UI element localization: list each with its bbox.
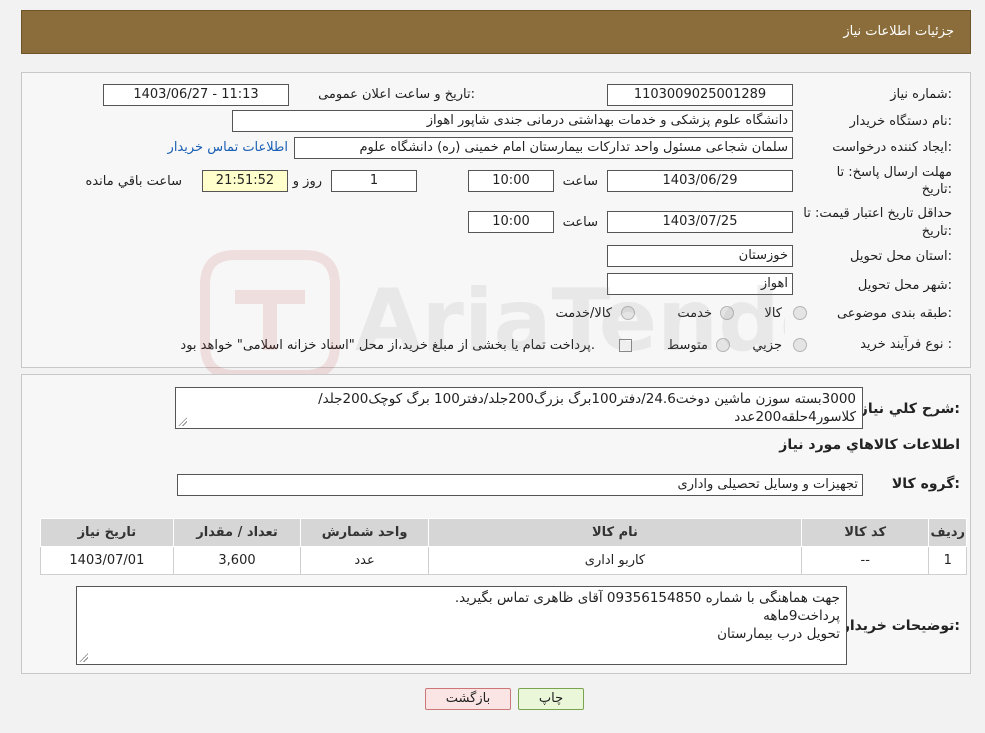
need-info-panel: شماره نیاز: 1103009025001289 تاریخ و ساع… bbox=[21, 72, 971, 368]
process-radio-medium[interactable] bbox=[716, 338, 730, 352]
deadline-time-label: ساعت bbox=[562, 174, 598, 189]
cell-need-date: 1403/07/01 bbox=[40, 546, 174, 575]
summary-line-2: کلاسور4حلقه200عدد bbox=[734, 409, 856, 425]
category-radio-goods[interactable] bbox=[793, 306, 807, 320]
resize-grip-icon[interactable] bbox=[79, 653, 88, 662]
col-unit: واحد شمارش bbox=[300, 518, 429, 547]
announce-field[interactable]: 1403/06/27 - 11:13 bbox=[103, 84, 289, 106]
validity-time-field[interactable]: 10:00 bbox=[468, 211, 554, 233]
category-radio-goods-service[interactable] bbox=[621, 306, 635, 320]
category-radio-service[interactable] bbox=[720, 306, 734, 320]
items-section-title: اطلاعات کالاهاي مورد نياز bbox=[779, 437, 960, 453]
buyer-contact-link[interactable]: اطلاعات تماس خریدار bbox=[168, 140, 288, 155]
process-option-minor: جزیي bbox=[752, 338, 782, 353]
validity-date-field[interactable]: 1403/07/25 bbox=[607, 211, 793, 233]
validity-label: حداقل تاریخ اعتبار قیمت: تا bbox=[803, 206, 952, 221]
category-option-goods-service: کالا/خدمت bbox=[555, 306, 612, 321]
col-quantity: تعداد / مقدار bbox=[172, 518, 302, 547]
cell-quantity: 3,600 bbox=[172, 546, 302, 575]
cell-row: 1 bbox=[928, 546, 967, 575]
page-header: جزئیات اطلاعات نیاز bbox=[21, 10, 971, 54]
table-row[interactable]: 1 -- کاربو اداری عدد 3,600 1403/07/01 bbox=[40, 546, 967, 575]
buyer-org-field[interactable]: دانشگاه علوم پزشکی و خدمات بهداشتی درمان… bbox=[232, 110, 793, 132]
city-label: شهر محل تحویل: bbox=[857, 278, 952, 293]
cell-unit: عدد bbox=[300, 546, 429, 575]
notes-line-2: پرداخت9ماهه bbox=[763, 608, 840, 624]
remaining-label: ساعت باقي مانده bbox=[85, 174, 182, 189]
print-button[interactable]: چاپ bbox=[518, 688, 584, 710]
category-label: طبقه بندی موضوعی: bbox=[836, 306, 952, 321]
notes-line-3: تحویل درب بیمارستان bbox=[717, 626, 840, 642]
notes-line-1: جهت هماهنگی با شماره 09356154850 آقای ظا… bbox=[454, 590, 840, 606]
summary-textarea[interactable]: 3000بسته سوزن ماشین دوخت24.6/دفتر100برگ … bbox=[175, 387, 863, 429]
process-label: نوع فرآیند خرید : bbox=[860, 337, 952, 352]
items-table-header: رديف کد کالا نام کالا واحد شمارش تعداد /… bbox=[40, 518, 967, 547]
deadline-date-field[interactable]: 1403/06/29 bbox=[607, 170, 793, 192]
back-button[interactable]: بازگشت bbox=[425, 688, 511, 710]
validity-time-label: ساعت bbox=[562, 215, 598, 230]
cell-code: -- bbox=[801, 546, 930, 575]
col-need-date: تاریخ نیاز bbox=[40, 518, 174, 547]
col-name: نام کالا bbox=[427, 518, 803, 547]
need-number-field[interactable]: 1103009025001289 bbox=[607, 84, 793, 106]
days-label: روز و bbox=[292, 174, 322, 189]
cell-name: کاربو اداری bbox=[427, 546, 803, 575]
days-field[interactable]: 1 bbox=[331, 170, 417, 192]
process-note: پرداخت تمام یا بخشی از مبلغ خرید،از محل … bbox=[180, 338, 595, 353]
process-option-medium: متوسط bbox=[667, 338, 708, 353]
col-row: رديف bbox=[928, 518, 967, 547]
group-label: گروه کالا: bbox=[891, 476, 960, 492]
remaining-time-field: 21:51:52 bbox=[202, 170, 288, 192]
creator-field[interactable]: سلمان شجاعی مسئول واحد تدارکات بیمارستان… bbox=[294, 137, 793, 159]
province-field[interactable]: خوزستان bbox=[607, 245, 793, 267]
resize-grip-icon[interactable] bbox=[178, 417, 187, 426]
process-radio-minor[interactable] bbox=[793, 338, 807, 352]
city-field[interactable]: اهواز bbox=[607, 273, 793, 295]
summary-line-1: 3000بسته سوزن ماشین دوخت24.6/دفتر100برگ … bbox=[318, 391, 856, 407]
category-option-goods: کالا bbox=[764, 306, 782, 321]
deadline-label-2: تاریخ: bbox=[921, 182, 952, 197]
deadline-time-field[interactable]: 10:00 bbox=[468, 170, 554, 192]
items-table: رديف کد کالا نام کالا واحد شمارش تعداد /… bbox=[40, 518, 967, 575]
items-panel: شرح کلي نياز: 3000بسته سوزن ماشین دوخت24… bbox=[21, 374, 971, 674]
category-option-service: خدمت bbox=[677, 306, 712, 321]
validity-label-2: تاریخ: bbox=[921, 224, 952, 239]
need-number-label: شماره نیاز: bbox=[890, 87, 952, 102]
notes-label: توضيحات خريدار: bbox=[841, 618, 960, 634]
group-field[interactable]: تجهیزات و وسایل تحصیلی واداری bbox=[177, 474, 863, 496]
summary-label: شرح کلي نياز: bbox=[859, 401, 960, 417]
deadline-label: مهلت ارسال پاسخ: تا bbox=[836, 165, 952, 180]
col-code: کد کالا bbox=[801, 518, 930, 547]
page-title: جزئیات اطلاعات نیاز bbox=[843, 24, 954, 39]
announce-label: تاریخ و ساعت اعلان عمومی: bbox=[318, 87, 475, 102]
buyer-org-label: نام دستگاه خریدار: bbox=[849, 114, 952, 129]
creator-label: ایجاد کننده درخواست: bbox=[832, 140, 952, 155]
province-label: استان محل تحویل: bbox=[850, 249, 952, 264]
buyer-notes-textarea[interactable]: جهت هماهنگی با شماره 09356154850 آقای ظا… bbox=[76, 586, 847, 665]
treasury-checkbox[interactable] bbox=[619, 339, 632, 352]
